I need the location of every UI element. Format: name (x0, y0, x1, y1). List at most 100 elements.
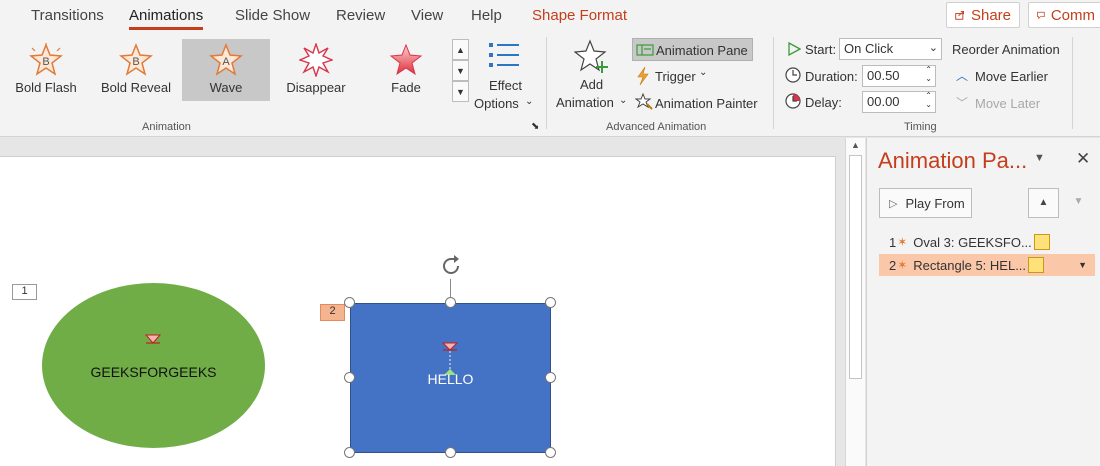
move-earlier-label: Move Earlier (975, 69, 1048, 84)
animation-order-tag[interactable]: 1 (12, 284, 37, 300)
animation-painter-icon (635, 93, 653, 110)
effect-fade[interactable]: Fade (362, 39, 450, 101)
resize-handle[interactable] (445, 447, 456, 458)
share-icon (955, 10, 965, 20)
close-icon[interactable]: ✕ (1076, 149, 1090, 169)
wave-effect-icon: ✶ (897, 235, 908, 249)
animation-order-tag-selected[interactable]: 2 (320, 304, 345, 321)
fade-label: Fade (391, 80, 421, 95)
vertical-scrollbar[interactable]: ▲ (845, 138, 865, 466)
rotate-handle-icon[interactable] (437, 252, 465, 280)
timing-group-label: Timing (904, 121, 937, 133)
item-label: Rectangle 5: HEL... (913, 257, 1027, 273)
tab-review[interactable]: Review (336, 7, 385, 24)
resize-handle[interactable] (545, 372, 556, 383)
resize-handle[interactable] (344, 297, 355, 308)
delay-spinner[interactable]: 00.00 ⌃ ⌄ (862, 91, 936, 113)
spin-up-icon[interactable]: ⌃ (925, 65, 932, 74)
tab-shape-format[interactable]: Shape Format (532, 7, 627, 24)
effect-options-button[interactable]: Effect Options ⌄ (474, 39, 536, 115)
delay-value: 00.00 (867, 94, 900, 109)
animation-painter-button[interactable]: Animation Painter (634, 92, 764, 114)
resize-handle[interactable] (344, 372, 355, 383)
tab-help[interactable]: Help (471, 7, 502, 24)
gallery-more-button[interactable]: ▼ (452, 81, 469, 102)
tab-animations[interactable]: Animations (129, 7, 204, 30)
play-triangle-icon (788, 42, 801, 56)
rectangle-text[interactable]: HELLO (350, 371, 551, 387)
move-up-button[interactable]: ▲ (1028, 188, 1059, 218)
chevron-up-icon: ︿ (956, 69, 969, 83)
group-separator (1072, 37, 1073, 129)
disappear-icon (299, 43, 333, 77)
effect-bold-flash[interactable]: B Bold Flash (2, 39, 90, 101)
play-from-label: Play From (905, 195, 965, 211)
gallery-scroll-down-button[interactable]: ▼ (452, 60, 469, 81)
wave-label: Wave (209, 80, 243, 95)
share-button[interactable]: Share (946, 2, 1020, 28)
effect-wave[interactable]: A Wave (182, 39, 270, 101)
resize-handle[interactable] (545, 447, 556, 458)
animation-pane: Animation Pa... ▼ ✕ ▷ Play From ▲ ▼ 1 ✶ … (866, 138, 1100, 466)
slide-canvas[interactable]: 1 GEEKSFORGEEKS 2 HELLO (0, 156, 836, 466)
chevron-down-icon: ⌄ (525, 96, 534, 107)
tab-slide-show[interactable]: Slide Show (235, 7, 310, 24)
animation-painter-label: Animation Painter (655, 96, 758, 111)
oval-text[interactable]: GEEKSFORGEEKS (42, 364, 265, 380)
duration-value: 00.50 (867, 68, 900, 83)
chevron-down-icon: ﹀ (956, 96, 969, 110)
spin-down-icon[interactable]: ⌄ (925, 100, 932, 109)
bold-flash-icon: B (29, 43, 63, 76)
move-later-label: Move Later (975, 96, 1041, 111)
play-from-button[interactable]: ▷ Play From (879, 188, 972, 218)
resize-handle[interactable] (344, 447, 355, 458)
animation-path-marker-icon (145, 334, 161, 344)
svg-text:A: A (222, 56, 230, 68)
tab-view[interactable]: View (411, 7, 443, 24)
resize-handle[interactable] (545, 297, 556, 308)
resize-handle[interactable] (445, 297, 456, 308)
move-earlier-button[interactable]: ︿ Move Earlier (956, 65, 1056, 87)
move-later-button[interactable]: ﹀ Move Later (956, 92, 1056, 114)
add-animation-button[interactable]: Add Animation ⌄ (554, 39, 628, 115)
pane-options-chevron-icon[interactable]: ▼ (1034, 152, 1045, 164)
spin-down-icon[interactable]: ⌄ (925, 74, 932, 83)
comments-button[interactable]: Comm (1028, 2, 1100, 28)
effect-bold-reveal[interactable]: B Bold Reveal (92, 39, 180, 101)
timing-bar[interactable] (1033, 234, 1050, 250)
lightning-icon (637, 67, 649, 85)
gallery-scroll-up-button[interactable]: ▲ (452, 39, 469, 60)
scrollbar-thumb[interactable] (849, 155, 862, 379)
clock-icon (785, 67, 801, 83)
chevron-down-icon: ⌄ (699, 67, 708, 78)
effect-disappear[interactable]: Disappear (272, 39, 360, 101)
animation-pane-icon (636, 44, 654, 56)
scroll-up-icon[interactable]: ▲ (851, 140, 860, 150)
add-animation-line2: Animation (556, 95, 614, 110)
dialog-launcher-icon[interactable]: ⬊ (531, 121, 539, 132)
start-value: On Click (844, 41, 894, 56)
start-dropdown[interactable]: On Click ⌄ (839, 38, 942, 60)
item-number: 1 (889, 234, 897, 250)
chevron-down-icon: ⌄ (619, 95, 628, 106)
animation-list-item-selected[interactable]: 2 ✶ Rectangle 5: HEL... ▼ (879, 254, 1095, 276)
effect-options-icon (489, 43, 519, 67)
item-menu-chevron-icon[interactable]: ▼ (1078, 260, 1087, 270)
animation-list-item[interactable]: 1 ✶ Oval 3: GEEKSFO... (879, 231, 1095, 253)
item-label: Oval 3: GEEKSFO... (913, 234, 1032, 250)
fade-icon (389, 43, 423, 76)
reorder-animation-title: Reorder Animation (952, 42, 1060, 57)
move-down-button[interactable]: ▼ (1063, 188, 1094, 218)
timing-bar[interactable] (1028, 257, 1045, 273)
add-animation-line1: Add (580, 77, 604, 92)
play-icon: ▷ (889, 197, 898, 210)
animation-pane-button[interactable]: Animation Pane (632, 38, 753, 61)
tab-transitions[interactable]: Transitions (31, 7, 104, 24)
spin-up-icon[interactable]: ⌃ (925, 91, 932, 100)
comments-label: Comm (1050, 6, 1095, 24)
animation-pane-title: Animation Pa... (878, 148, 1028, 173)
advanced-animation-group-label: Advanced Animation (606, 121, 707, 133)
trigger-button[interactable]: Trigger ⌄ (634, 65, 714, 87)
duration-spinner[interactable]: 00.50 ⌃ ⌄ (862, 65, 936, 87)
svg-text:B: B (132, 56, 139, 68)
